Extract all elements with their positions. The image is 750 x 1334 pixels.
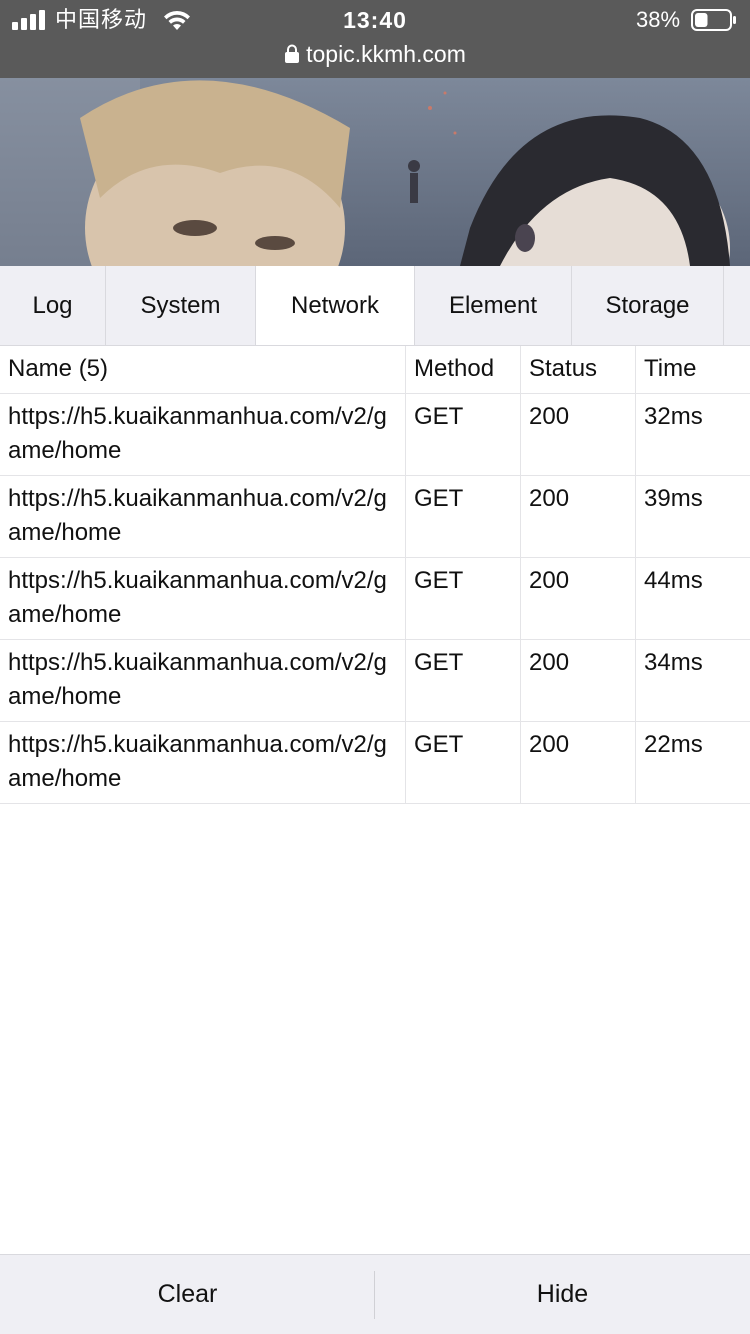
- request-status: 200: [521, 394, 636, 475]
- table-row[interactable]: https://h5.kuaikanmanhua.com/v2/game/hom…: [0, 394, 750, 476]
- request-url: https://h5.kuaikanmanhua.com/v2/game/hom…: [0, 722, 406, 803]
- request-url: https://h5.kuaikanmanhua.com/v2/game/hom…: [0, 558, 406, 639]
- request-method: GET: [406, 558, 521, 639]
- request-status: 200: [521, 476, 636, 557]
- table-row[interactable]: https://h5.kuaikanmanhua.com/v2/game/hom…: [0, 640, 750, 722]
- vconsole-toolbar: Clear Hide: [0, 1254, 750, 1334]
- column-header-name: Name (5): [0, 346, 406, 393]
- request-time: 44ms: [644, 567, 703, 594]
- request-status: 200: [521, 640, 636, 721]
- table-row[interactable]: https://h5.kuaikanmanhua.com/v2/game/hom…: [0, 722, 750, 804]
- tab-storage[interactable]: Storage: [572, 266, 724, 345]
- request-url: https://h5.kuaikanmanhua.com/v2/game/hom…: [0, 394, 406, 475]
- tab-network[interactable]: Network: [256, 266, 415, 345]
- tab-log[interactable]: Log: [0, 266, 106, 345]
- table-header-row: Name (5) Method Status Time: [0, 346, 750, 394]
- request-method: GET: [406, 476, 521, 557]
- vconsole-tab-bar: Log System Network Element Storage: [0, 266, 750, 346]
- clear-button[interactable]: Clear: [0, 1255, 375, 1334]
- request-time: 34ms: [644, 649, 703, 676]
- lock-icon: [285, 44, 300, 63]
- battery-icon: [691, 9, 736, 31]
- banner-artwork: [0, 78, 750, 266]
- column-header-method: Method: [406, 346, 521, 393]
- request-method: GET: [406, 640, 521, 721]
- request-time: 22ms: [644, 731, 703, 758]
- request-time: 32ms: [644, 403, 703, 430]
- request-method: GET: [406, 394, 521, 475]
- request-url: https://h5.kuaikanmanhua.com/v2/game/hom…: [0, 640, 406, 721]
- browser-top-bar: 中国移动 13:40 38% topic.kkmh.com: [0, 0, 750, 78]
- url-text: topic.kkmh.com: [306, 41, 466, 67]
- table-row[interactable]: https://h5.kuaikanmanhua.com/v2/game/hom…: [0, 558, 750, 640]
- column-header-status: Status: [521, 346, 636, 393]
- request-status: 200: [521, 558, 636, 639]
- banner-illustration: [0, 78, 750, 266]
- request-url: https://h5.kuaikanmanhua.com/v2/game/hom…: [0, 476, 406, 557]
- request-method: GET: [406, 722, 521, 803]
- request-time: 39ms: [644, 485, 703, 512]
- tab-system[interactable]: System: [106, 266, 256, 345]
- column-header-time: Time: [644, 355, 697, 382]
- address-bar[interactable]: topic.kkmh.com: [0, 40, 750, 70]
- battery-percentage: 38%: [636, 7, 681, 32]
- status-bar: 中国移动 13:40 38%: [0, 0, 750, 40]
- table-row[interactable]: https://h5.kuaikanmanhua.com/v2/game/hom…: [0, 476, 750, 558]
- request-status: 200: [521, 722, 636, 803]
- tab-element[interactable]: Element: [415, 266, 572, 345]
- hide-button[interactable]: Hide: [375, 1255, 750, 1334]
- network-request-table: Name (5) Method Status Time https://h5.k…: [0, 346, 750, 804]
